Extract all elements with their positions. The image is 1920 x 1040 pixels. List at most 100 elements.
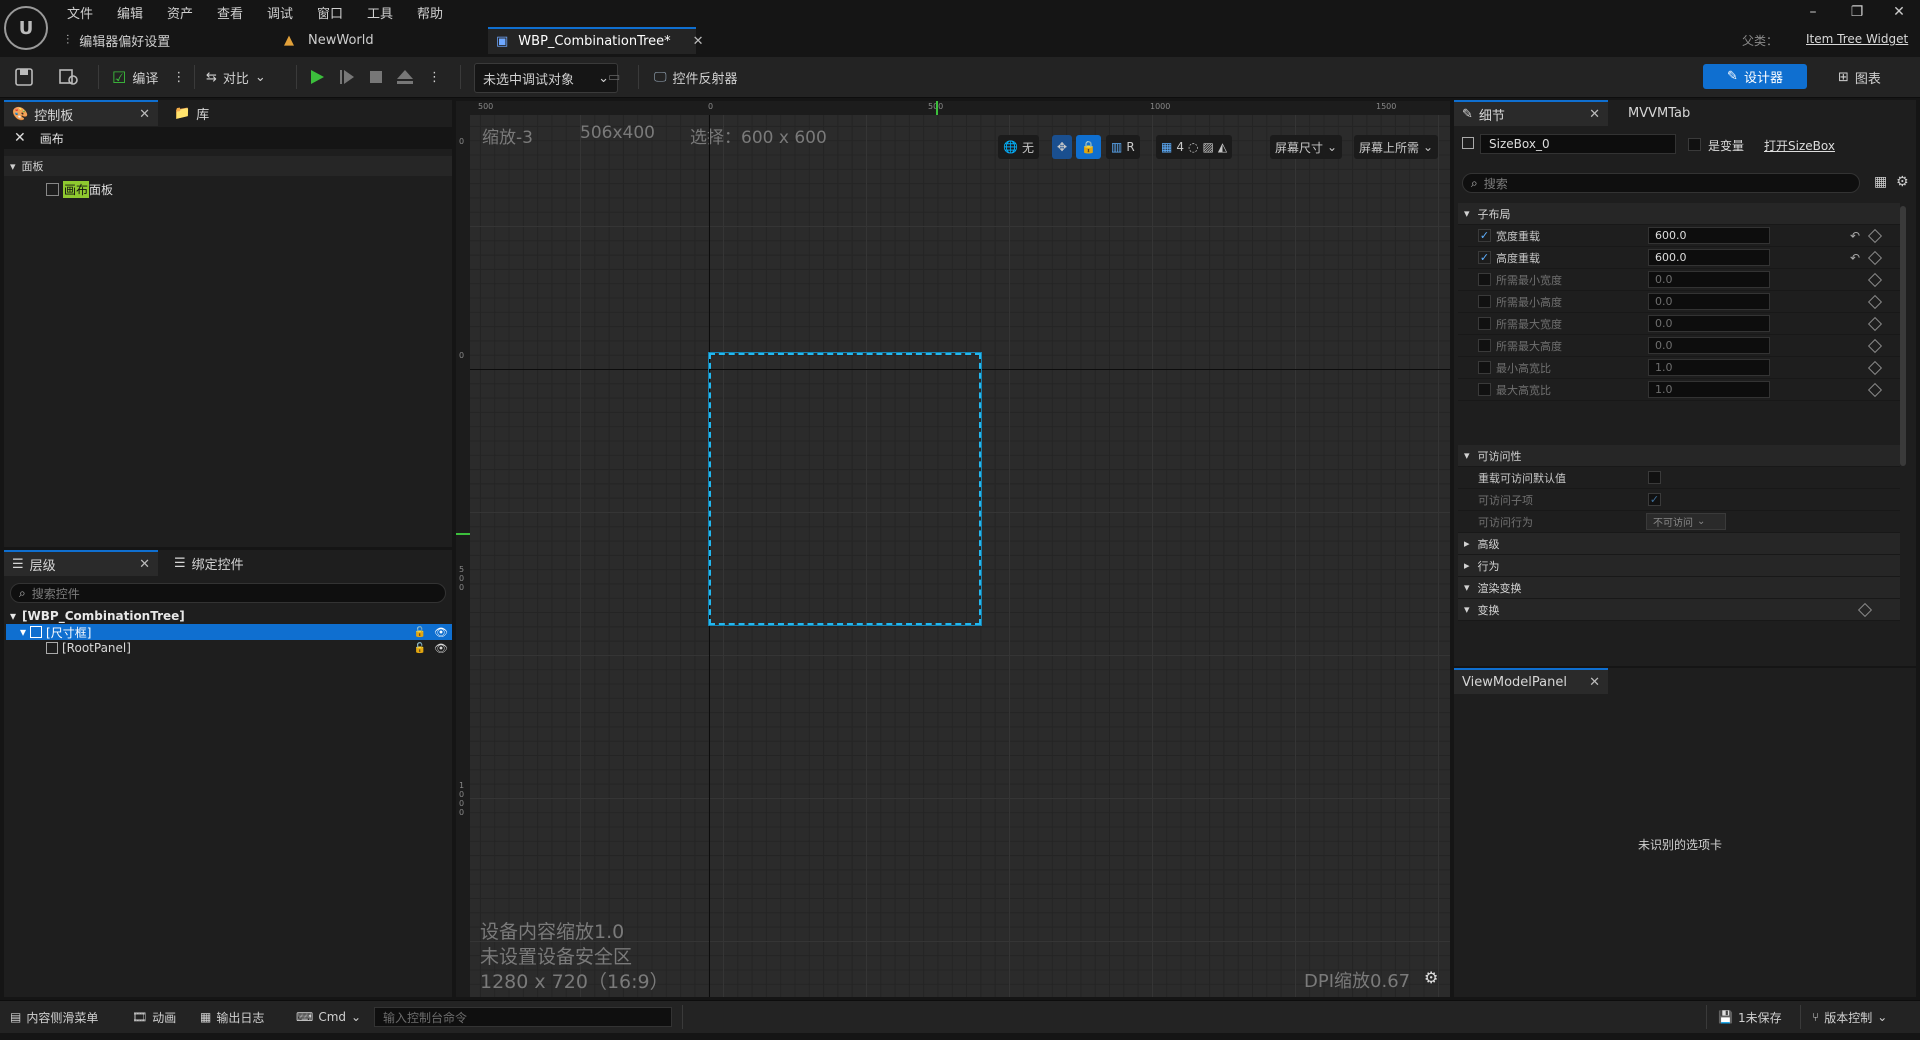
tab-details[interactable]: ✎ 细节 ✕ [1454,100,1608,126]
designer-viewport[interactable]: 缩放-3 506x400 选择：600 x 600 🌐 无 ✥ 🔒 ▥ R ▦ … [470,115,1450,997]
horizontal-ruler[interactable]: 500 0 500 1000 1500 [456,101,1450,115]
tab-editor-preferences[interactable]: ⫶ 编辑器偏好设置 [66,27,266,54]
widget-name-field[interactable]: SizeBox_0 [1480,134,1676,154]
play-button[interactable] [308,63,326,91]
hierarchy-item-sizebox[interactable]: ▾ [尺寸框] 🔓 👁 [6,624,452,640]
prop-value-field[interactable]: 0.0 [1648,271,1770,288]
accessible-behavior-dropdown[interactable]: 不可访问 ⌄ [1646,513,1726,530]
screen-fill-dropdown[interactable]: 屏幕上所需 ⌄ [1354,135,1439,159]
close-tab-icon[interactable]: ✕ [139,107,150,122]
restore-icon[interactable]: ❐ [1842,2,1872,22]
override-checkbox[interactable] [1478,361,1491,374]
settings-gear-icon[interactable]: ⚙ [1896,174,1909,190]
debug-target-dropdown[interactable]: 未选中调试对象 ⌄ [474,63,618,93]
keyframe-diamond-icon[interactable] [1857,602,1873,617]
console-command-input[interactable]: 输入控制台命令 [374,1007,672,1027]
override-checkbox[interactable] [1478,339,1491,352]
respect-locks-button[interactable]: ▥ R [1106,135,1140,159]
menu-window[interactable]: 窗口 [317,3,343,22]
visibility-eye-icon[interactable]: 👁 [434,642,448,655]
diff-button[interactable]: ⇆ 对比 ⌄ [206,63,266,91]
is-variable-checkbox[interactable] [1688,138,1701,151]
play-options-icon[interactable]: ⋮ [428,63,441,91]
widget-reflector-button[interactable]: 🖵 控件反射器 [654,63,738,91]
close-tab-icon[interactable]: ✕ [139,557,150,572]
keyframe-diamond-icon[interactable] [1867,382,1883,397]
override-checkbox[interactable] [1478,317,1491,330]
compile-options-icon[interactable]: ⋮ [172,70,185,85]
override-accessible-checkbox[interactable] [1648,471,1661,484]
tab-mvvm[interactable]: MVVMTab [1620,100,1720,126]
lock-icon[interactable]: 🔓 [414,627,426,638]
tab-close-icon[interactable]: ✕ [693,34,704,49]
menu-debug[interactable]: 调试 [267,3,293,22]
category-child-layout[interactable]: ▾ 子布局 [1458,203,1900,225]
prop-value-field[interactable]: 0.0 [1648,293,1770,310]
tab-bind-widgets[interactable]: ☰ 绑定控件 [166,550,296,576]
localization-preview-button[interactable]: 🌐 无 [998,135,1039,159]
content-drawer-button[interactable]: ▤ 内容侧滑菜单 [10,1007,98,1027]
screen-size-dropdown[interactable]: 屏幕尺寸 ⌄ [1270,135,1343,159]
keyframe-diamond-icon[interactable] [1867,316,1883,331]
menu-file[interactable]: 文件 [67,3,93,22]
stop-button[interactable] [368,63,384,91]
close-tab-icon[interactable]: ✕ [1589,675,1600,690]
tab-library[interactable]: 📁 库 [166,100,266,126]
accessible-children-checkbox[interactable]: ✓ [1648,493,1661,506]
parent-class-link[interactable]: Item Tree Widget [1806,32,1908,46]
tab-viewmodel-panel[interactable]: ViewModelPanel ✕ [1454,668,1608,694]
transform-mode-button[interactable]: ✥ [1052,135,1073,159]
palette-category-panel[interactable]: ▾ 面板 [4,156,452,176]
lock-button[interactable]: 🔒 [1076,135,1101,159]
save-icon[interactable] [14,63,34,91]
prop-value-field[interactable]: 0.0 [1648,337,1770,354]
palette-item-canvas-panel[interactable]: 画布 面板 [46,180,113,198]
debug-find-icon[interactable]: ▭ [608,63,620,91]
step-button[interactable] [338,63,356,91]
clear-search-icon[interactable]: ✕ [14,130,26,146]
lock-icon[interactable]: 🔓 [414,643,426,654]
category-behavior[interactable]: ▸ 行为 [1458,555,1900,577]
animation-button[interactable]: 🎞 动画 [132,1007,176,1027]
prop-value-field[interactable]: 1.0 [1648,381,1770,398]
tab-widget-blueprint[interactable]: ▣ WBP_CombinationTree* ✕ [488,27,704,54]
override-checkbox[interactable] [1478,295,1491,308]
selected-sizebox-widget[interactable] [708,352,982,626]
source-control-button[interactable]: ⑂ 版本控制 ⌄ [1812,1007,1887,1027]
grid-snap-button[interactable]: ▦ 4 ◌ ▨ ◭ [1156,135,1233,159]
output-log-button[interactable]: ▦ 输出日志 [200,1007,264,1027]
browse-icon[interactable] [58,63,80,91]
close-window-icon[interactable]: ✕ [1884,2,1914,22]
override-checkbox[interactable] [1478,383,1491,396]
keyframe-diamond-icon[interactable] [1867,294,1883,309]
reset-to-default-icon[interactable]: ↶ [1850,251,1860,265]
hierarchy-search-input[interactable]: ⌕ 搜索控件 [10,583,446,603]
unreal-logo-icon[interactable]: U [4,6,48,50]
tab-palette[interactable]: 🎨 控制板 ✕ [4,100,158,126]
unsaved-button[interactable]: 💾 1未保存 [1718,1007,1782,1027]
category-advanced[interactable]: ▸ 高级 [1458,533,1900,555]
open-sizebox-link[interactable]: 打开SizeBox [1764,137,1835,154]
table-view-icon[interactable]: ▦ [1874,174,1887,190]
compile-button[interactable]: ☑ 编译 ⋮ [112,63,185,91]
menu-help[interactable]: 帮助 [417,3,443,22]
details-search-input[interactable]: ⌕ 搜索 [1462,173,1860,193]
menu-edit[interactable]: 编辑 [117,3,143,22]
palette-search-input[interactable]: 画布 [40,130,64,147]
hierarchy-root[interactable]: ▾ [WBP_CombinationTree] [4,608,452,624]
keyframe-diamond-icon[interactable] [1867,228,1883,243]
keyframe-diamond-icon[interactable] [1867,272,1883,287]
override-checkbox[interactable]: ✓ [1478,229,1491,242]
hierarchy-item-rootpanel[interactable]: [RootPanel] 🔓 👁 [6,640,452,656]
override-checkbox[interactable]: ✓ [1478,251,1491,264]
cmd-dropdown[interactable]: ⌨ Cmd ⌄ [296,1007,361,1027]
menu-tools[interactable]: 工具 [367,3,393,22]
prop-value-field[interactable]: 600.0 [1648,249,1770,266]
prop-value-field[interactable]: 1.0 [1648,359,1770,376]
visibility-eye-icon[interactable]: 👁 [434,626,448,639]
prop-value-field[interactable]: 600.0 [1648,227,1770,244]
prop-value-field[interactable]: 0.0 [1648,315,1770,332]
category-accessibility[interactable]: ▾ 可访问性 [1458,445,1900,467]
reset-to-default-icon[interactable]: ↶ [1850,229,1860,243]
close-tab-icon[interactable]: ✕ [1589,107,1600,122]
